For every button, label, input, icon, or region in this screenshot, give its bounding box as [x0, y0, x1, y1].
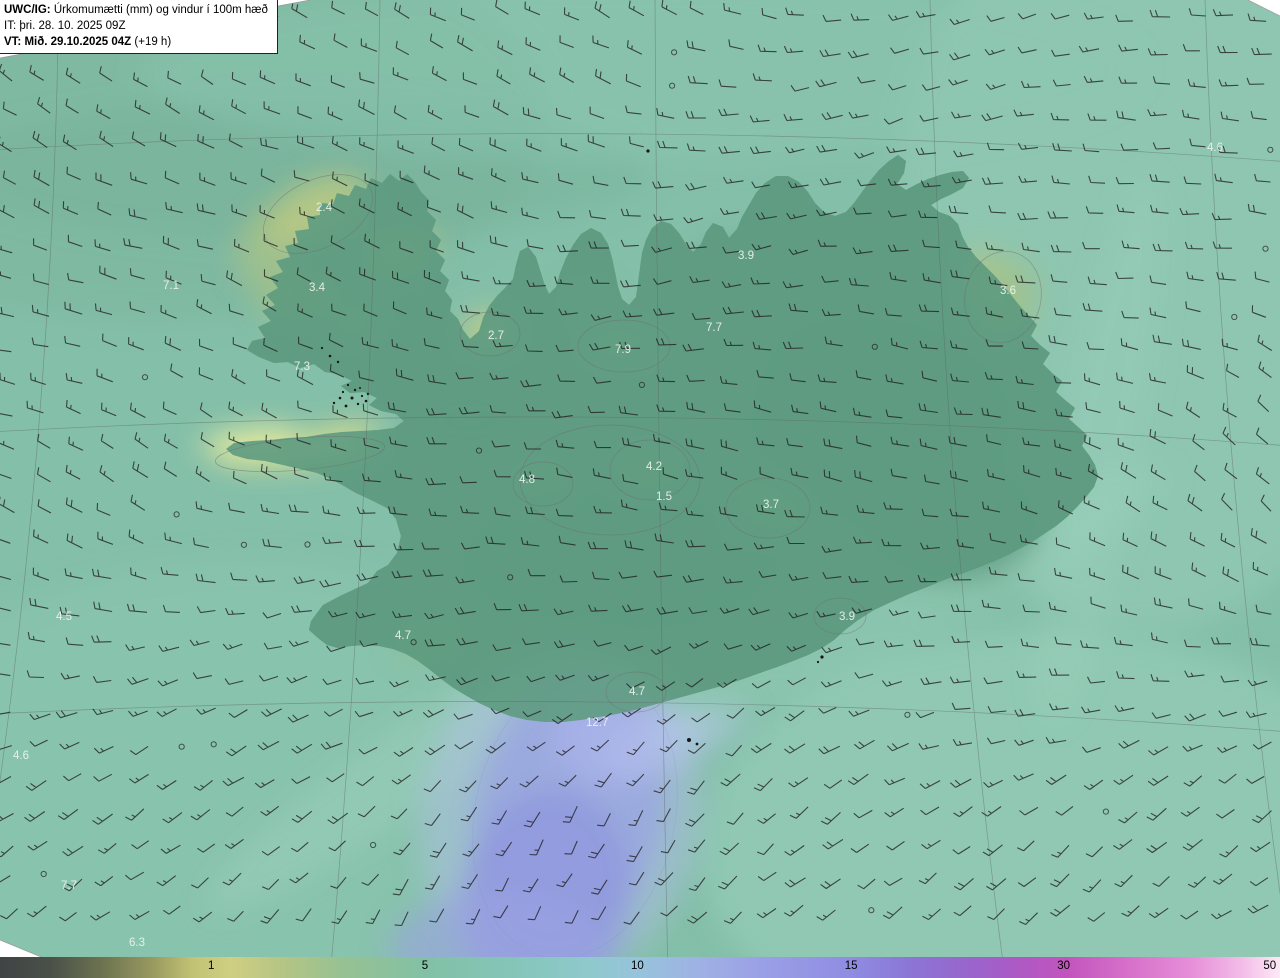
valid-label: VT: Mið. 29.10.2025 04Z — [4, 36, 132, 48]
precip-value-label: 3.6 — [1000, 285, 1016, 297]
colorbar-ticks: 1 5 10 15 30 50 — [0, 957, 1280, 978]
colorbar: 1 5 10 15 30 50 — [0, 957, 1280, 978]
precip-value-label: 3.7 — [763, 499, 779, 511]
precip-value-label: 3.9 — [738, 250, 754, 262]
precip-value-label: 4.6 — [13, 750, 29, 762]
title-box: UWC/IG: Úrkomumætti (mm) og vindur í 100… — [0, 0, 278, 54]
precip-value-label: 6.3 — [129, 937, 145, 949]
title-line-product: UWC/IG: Úrkomumætti (mm) og vindur í 100… — [4, 2, 268, 18]
precip-value-label: 12.7 — [586, 717, 608, 729]
precip-value-label: 7.1 — [163, 280, 179, 292]
colorbar-tick-label: 5 — [421, 960, 429, 972]
precip-value-label: 7.7 — [706, 322, 722, 334]
precip-value-label: 4.5 — [56, 611, 72, 623]
precip-value-label: 2.7 — [488, 330, 504, 342]
valid-suffix: (+19 h) — [131, 36, 172, 48]
precip-value-label: 4.6 — [1207, 142, 1223, 154]
precip-value-label: 3.4 — [309, 282, 326, 294]
precip-value-label: 7.3 — [294, 361, 310, 373]
init-label: IT: — [4, 20, 17, 32]
colorbar-tick-label: 10 — [631, 960, 644, 972]
colorbar-tick-label: 50 — [1263, 960, 1277, 972]
map-canvas: 2.4 7.1 3.4 3.9 3.6 4.6 2.7 7.7 7.9 7.3 4.8 4.2 1.5 3… — [0, 0, 1280, 978]
precip-value-label: 4.7 — [395, 630, 411, 642]
product-text: Úrkomumætti (mm) og vindur í 100m hæð — [50, 4, 268, 16]
precip-value-label: 4.7 — [629, 686, 645, 698]
init-text: þri. 28. 10. 2025 09Z — [16, 20, 126, 32]
title-line-init: IT: þri. 28. 10. 2025 09Z — [4, 18, 268, 34]
precip-value-label: 7.9 — [615, 344, 631, 356]
colorbar-tick-label: 1 — [207, 960, 215, 972]
precip-value-label: 7.7 — [61, 880, 77, 892]
product-label: UWC/IG: — [4, 4, 51, 16]
weather-map-page: 2.4 7.1 3.4 3.9 3.6 4.6 2.7 7.7 7.9 7.3 4.8 4.2 1.5 3… — [0, 0, 1280, 978]
title-line-valid: VT: Mið. 29.10.2025 04Z (+19 h) — [4, 34, 268, 50]
colorbar-tick-label: 30 — [1057, 960, 1071, 972]
colorbar-tick-label: 15 — [844, 960, 858, 972]
precip-value-label: 4.8 — [519, 474, 535, 486]
precip-value-label: 1.5 — [656, 491, 672, 503]
precip-value-label: 3.9 — [839, 611, 855, 623]
precip-value-label: 2.4 — [316, 202, 333, 214]
precip-value-label: 4.2 — [646, 461, 662, 473]
